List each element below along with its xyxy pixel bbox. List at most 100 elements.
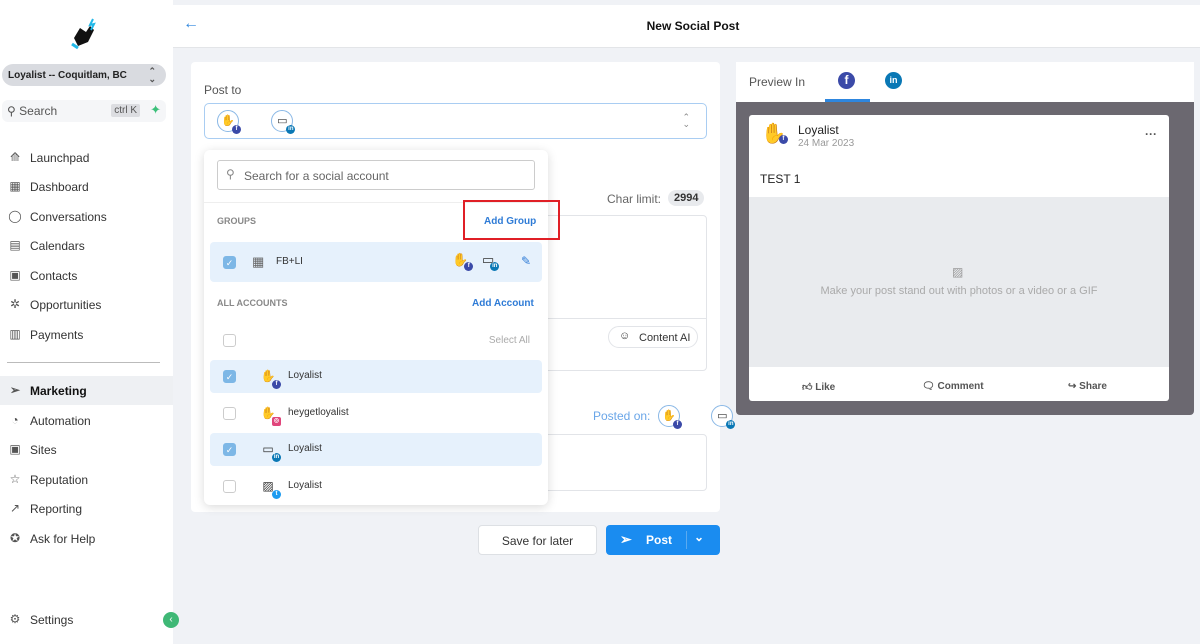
account-checkbox[interactable] bbox=[223, 406, 236, 420]
comment-textarea[interactable] bbox=[540, 434, 707, 491]
save-for-later-button[interactable]: Save for later bbox=[478, 525, 597, 555]
instagram-avatar: ✋ ◎ bbox=[260, 405, 281, 426]
sidebar-item-label: Conversations bbox=[30, 210, 107, 224]
facebook-account-avatar: ✋ f bbox=[658, 405, 682, 429]
tab-facebook[interactable]: f bbox=[838, 72, 855, 89]
sidebar-item-dashboard[interactable]: ▦ Dashboard bbox=[0, 172, 173, 201]
account-name: Loyalist bbox=[288, 479, 322, 491]
sidebar-item-payments[interactable]: ▥ Payments bbox=[0, 320, 173, 349]
facebook-avatar: ✋ f bbox=[452, 252, 474, 271]
group-grid-icon: ▦ bbox=[252, 254, 265, 269]
linkedin-avatar: ▭ in bbox=[262, 442, 281, 462]
sidebar-item-reporting[interactable]: ↗ Reporting bbox=[0, 494, 173, 523]
facebook-avatar: ✋ f bbox=[258, 366, 281, 389]
location-name: Loyalist -- Coquitlam, BC bbox=[8, 70, 127, 81]
sidebar-item-opportunities[interactable]: ✲ Opportunities bbox=[0, 290, 173, 319]
rocket-icon: ⟰ bbox=[9, 150, 21, 164]
posted-on-label: Posted on: bbox=[593, 409, 651, 423]
robot-icon: ☺ bbox=[619, 330, 631, 342]
account-row[interactable]: ✓ ▭ in Loyalist bbox=[210, 433, 542, 466]
sidebar-item-label: Sites bbox=[30, 443, 57, 457]
account-row[interactable]: ▨ t Loyalist bbox=[210, 470, 542, 503]
account-row[interactable]: ✓ ✋ f Loyalist bbox=[210, 360, 542, 393]
facebook-account-avatar: ✋ f bbox=[217, 110, 241, 134]
sidebar-item-contacts[interactable]: ▣ Contacts bbox=[0, 261, 173, 290]
preview-text: TEST 1 bbox=[760, 172, 801, 186]
post-button[interactable]: ➢ Post ⌄ bbox=[606, 525, 720, 555]
chevron-updown-icon: ⌃ ⌄ bbox=[682, 112, 690, 129]
sidebar-item-calendars[interactable]: ▤ Calendars bbox=[0, 231, 173, 260]
sidebar-item-conversations[interactable]: ◯ Conversations bbox=[0, 202, 173, 231]
groups-label: GROUPS bbox=[217, 216, 257, 226]
select-all-row[interactable]: Select All bbox=[210, 324, 542, 357]
sidebar-item-label: Launchpad bbox=[30, 151, 90, 165]
facebook-post-preview: ✋ f Loyalist 24 Mar 2023 ··· TEST 1 ▨ Mak… bbox=[749, 115, 1169, 401]
send-icon: ➢ bbox=[9, 383, 21, 397]
account-name: heygetloyalist bbox=[288, 406, 349, 418]
sidebar-item-label: Calendars bbox=[30, 239, 85, 253]
chevron-down-icon[interactable]: ⌄ bbox=[694, 530, 704, 544]
calendar-icon: ▤ bbox=[9, 238, 21, 252]
sparkle-icon[interactable]: ✦ bbox=[150, 102, 161, 118]
sidebar-item-settings[interactable]: ⚙ Settings bbox=[0, 605, 173, 634]
account-checkbox[interactable]: ✓ bbox=[223, 443, 236, 456]
opportunities-icon: ✲ bbox=[9, 297, 21, 311]
content-ai-label: Content AI bbox=[639, 332, 691, 344]
chevron-updown-icon: ⌃ ⌄ bbox=[148, 66, 156, 84]
star-icon: ☆ bbox=[9, 472, 21, 486]
sidebar-item-automation[interactable]: ◔ Automation bbox=[0, 406, 173, 435]
more-options-icon[interactable]: ··· bbox=[1145, 127, 1157, 141]
location-switcher[interactable]: Loyalist -- Coquitlam, BC ⌃ ⌄ bbox=[2, 64, 166, 86]
gear-icon: ⚙ bbox=[9, 612, 21, 626]
sidebar-item-label: Ask for Help bbox=[30, 532, 96, 546]
sidebar-item-label: Opportunities bbox=[30, 298, 102, 312]
edit-pencil-icon[interactable]: ✎ bbox=[521, 254, 531, 268]
preview-date: 24 Mar 2023 bbox=[798, 138, 855, 149]
preview-account-name: Loyalist bbox=[798, 123, 839, 137]
account-name: Loyalist bbox=[288, 443, 322, 454]
sidebar-item-marketing[interactable]: ➢ Marketing bbox=[0, 376, 173, 405]
tab-linkedin[interactable]: in bbox=[885, 72, 902, 89]
group-checkbox[interactable]: ✓ bbox=[223, 256, 236, 269]
account-row[interactable]: ✋ ◎ heygetloyalist bbox=[210, 397, 542, 430]
post-to-label: Post to bbox=[204, 83, 242, 97]
sidebar-item-ask-for-help[interactable]: ✪ Ask for Help bbox=[0, 524, 173, 553]
content-ai-button[interactable]: ☺ Content AI bbox=[608, 326, 698, 348]
header: ← New Social Post bbox=[173, 5, 1200, 48]
chat-icon: ◯ bbox=[8, 209, 22, 223]
sidebar-item-label: Dashboard bbox=[30, 180, 89, 194]
search-icon: ⚲ bbox=[226, 167, 235, 181]
account-checkbox[interactable]: ✓ bbox=[223, 370, 236, 383]
twitter-avatar: ▨ t bbox=[258, 476, 281, 499]
post-label: Post bbox=[646, 533, 673, 547]
account-checkbox[interactable] bbox=[223, 479, 236, 493]
highlight-box bbox=[463, 200, 560, 240]
comment-action: 🗨︎ Comment bbox=[922, 381, 984, 392]
divider bbox=[540, 318, 707, 319]
chart-icon: ↗ bbox=[9, 501, 21, 515]
collapse-sidebar-button[interactable]: ‹ bbox=[163, 612, 179, 628]
sidebar-item-label: Reporting bbox=[30, 502, 83, 516]
search-icon: ⚲ bbox=[7, 104, 16, 118]
account-name: Loyalist bbox=[288, 370, 322, 381]
sidebar-item-launchpad[interactable]: ⟰ Launchpad bbox=[0, 143, 173, 172]
group-name: FB+LI bbox=[276, 256, 303, 267]
image-icon: ▨ bbox=[952, 265, 964, 279]
add-account-link[interactable]: Add Account bbox=[472, 298, 534, 309]
sidebar-search[interactable]: ⚲ Search ctrl K ✦ bbox=[2, 100, 166, 122]
sidebar-item-reputation[interactable]: ☆ Reputation bbox=[0, 465, 173, 494]
sidebar-item-sites[interactable]: ▣ Sites bbox=[0, 435, 173, 464]
sidebar: Loyalist -- Coquitlam, BC ⌃ ⌄ ⚲ Search ctrl… bbox=[0, 0, 179, 644]
send-icon: ➢ bbox=[620, 531, 632, 547]
select-all-checkbox[interactable] bbox=[223, 334, 236, 347]
like-action: 👍︎ Like bbox=[802, 382, 836, 393]
all-accounts-label: ALL ACCOUNTS bbox=[217, 298, 288, 308]
automation-icon: ◔ bbox=[11, 413, 19, 427]
active-tab-indicator bbox=[825, 99, 870, 102]
help-icon: ✪ bbox=[9, 531, 21, 545]
sidebar-item-label: Settings bbox=[30, 613, 74, 627]
search-placeholder: Search for a social account bbox=[244, 169, 389, 183]
account-search-input[interactable]: ⚲ Search for a social account bbox=[217, 160, 535, 190]
post-to-select[interactable]: ✋ f ▭ in ⌃ ⌄ bbox=[204, 103, 707, 139]
group-row[interactable]: ✓ ▦ FB+LI ✋ f ▭ in ✎ bbox=[210, 242, 542, 282]
